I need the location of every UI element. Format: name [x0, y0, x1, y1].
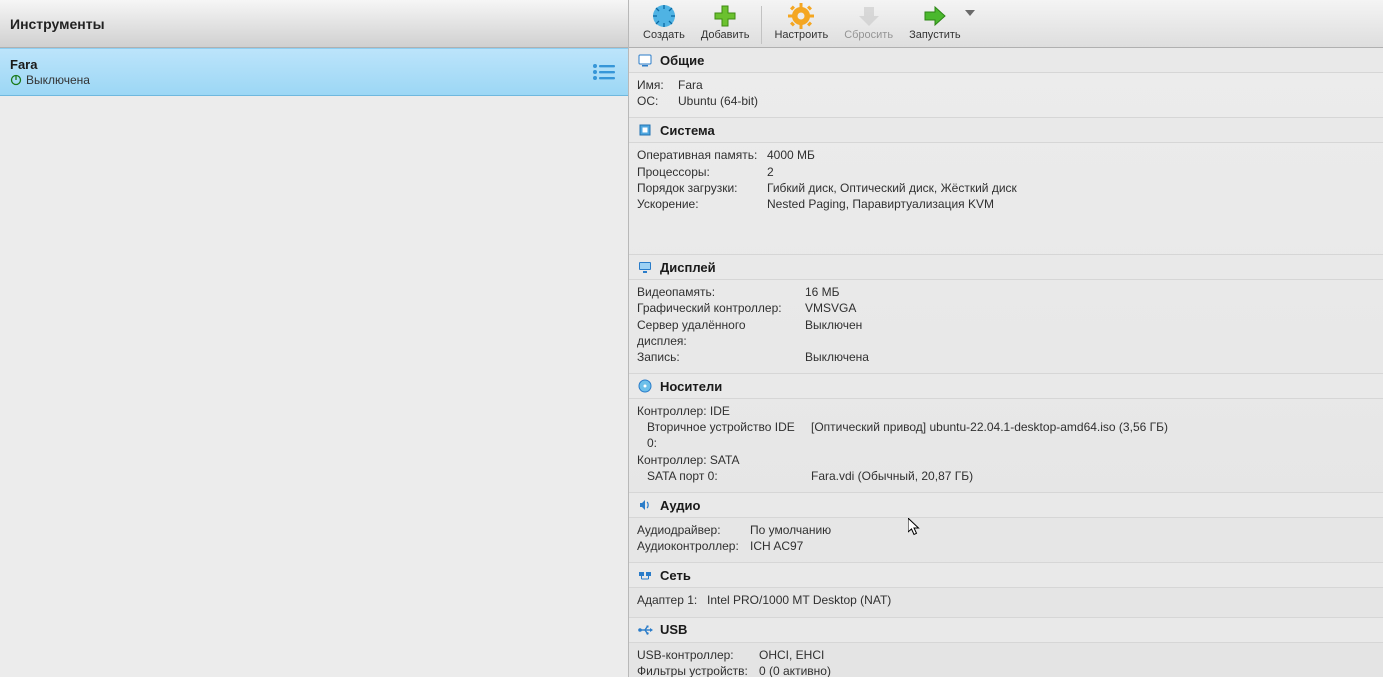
accel-label: Ускорение:: [637, 196, 759, 212]
section-storage-title: Носители: [660, 379, 722, 394]
cpu-label: Процессоры:: [637, 164, 759, 180]
vm-item-menu-icon[interactable]: [590, 61, 618, 83]
vm-list: Fara Выключена: [0, 48, 628, 677]
section-general-header[interactable]: Общие: [629, 48, 1383, 73]
section-display-body: Видеопамять: 16 МБ Графический контроллер…: [629, 280, 1383, 373]
section-audio-body: Аудиодрайвер: По умолчанию Аудиоконтролле…: [629, 518, 1383, 562]
name-label: Имя:: [637, 77, 670, 93]
section-storage-body: Контроллер: IDE Вторичное устройство IDE…: [629, 399, 1383, 492]
reset-button: Сбросить: [836, 2, 901, 46]
section-audio-header[interactable]: Аудио: [629, 492, 1383, 518]
create-label: Создать: [643, 29, 685, 41]
disc-icon: [637, 378, 653, 394]
ide-dev-value: [Оптический привод] ubuntu-22.04.1-deskt…: [811, 419, 1168, 451]
section-display-title: Дисплей: [660, 260, 716, 275]
section-system-body: Оперативная память:4000 МБ Процессоры:2 …: [629, 143, 1383, 220]
ram-label: Оперативная память:: [637, 147, 759, 163]
ram-value: 4000 МБ: [767, 147, 815, 163]
run-button[interactable]: Запустить: [901, 2, 969, 46]
section-system-title: Система: [660, 123, 715, 138]
section-network-body: Адаптер 1: Intel PRO/1000 MT Desktop (NAT…: [629, 588, 1383, 616]
right-pane: Создать Добавить Настроить: [629, 0, 1383, 677]
accel-value: Nested Paging, Паравиртуализация KVM: [767, 196, 994, 212]
boot-value: Гибкий диск, Оптический диск, Жёсткий ди…: [767, 180, 1017, 196]
os-label: ОС:: [637, 93, 670, 109]
gear-icon: [788, 3, 814, 29]
sata-ctrl-label: Контроллер: SATA: [637, 452, 739, 468]
vram-label: Видеопамять:: [637, 284, 797, 300]
left-pane: Инструменты Fara Выключена: [0, 0, 629, 677]
reset-label: Сбросить: [844, 29, 893, 41]
settings-label: Настроить: [774, 29, 828, 41]
section-display-header[interactable]: Дисплей: [629, 254, 1383, 280]
section-usb-header[interactable]: USB: [629, 617, 1383, 643]
rec-label: Запись:: [637, 349, 797, 365]
audio-ctrl-value: ICH AC97: [750, 538, 803, 554]
section-storage-header[interactable]: Носители: [629, 373, 1383, 399]
vm-status: Выключена: [26, 73, 90, 87]
gfx-value: VMSVGA: [805, 300, 856, 316]
adapter-value: Intel PRO/1000 MT Desktop (NAT): [707, 592, 891, 608]
usb-filters-label: Фильтры устройств:: [637, 663, 751, 677]
remote-value: Выключен: [805, 317, 862, 349]
sata-port-value: Fara.vdi (Обычный, 20,87 ГБ): [811, 468, 973, 484]
section-general-body: Имя: Fara ОС: Ubuntu (64-bit): [629, 73, 1383, 117]
boot-label: Порядок загрузки:: [637, 180, 759, 196]
add-button[interactable]: Добавить: [693, 2, 758, 46]
rec-value: Выключена: [805, 349, 869, 365]
network-icon: [637, 567, 653, 583]
ide-dev-label: Вторичное устройство IDE 0:: [647, 419, 803, 451]
section-general-title: Общие: [660, 53, 704, 68]
add-label: Добавить: [701, 29, 750, 41]
toolbar: Создать Добавить Настроить: [629, 0, 1383, 48]
tools-header[interactable]: Инструменты: [0, 0, 628, 48]
name-value: Fara: [678, 77, 703, 93]
section-usb-title: USB: [660, 622, 687, 637]
section-network-title: Сеть: [660, 568, 691, 583]
sata-port-label: SATA порт 0:: [647, 468, 803, 484]
remote-label: Сервер удалённого дисплея:: [637, 317, 797, 349]
audio-driver-value: По умолчанию: [750, 522, 831, 538]
usb-icon: [637, 622, 653, 638]
gfx-label: Графический контроллер:: [637, 300, 797, 316]
details-pane: Общие Имя: Fara ОС: Ubuntu (64-bit) Систем…: [629, 48, 1383, 677]
adapter-label: Адаптер 1:: [637, 592, 699, 608]
section-usb-body: USB-контроллер: OHCI, EHCI Фильтры устрой…: [629, 643, 1383, 677]
section-network-header[interactable]: Сеть: [629, 562, 1383, 588]
chip-icon: [637, 122, 653, 138]
audio-driver-label: Аудиодрайвер:: [637, 522, 742, 538]
os-value: Ubuntu (64-bit): [678, 93, 758, 109]
run-dropdown[interactable]: [965, 2, 975, 16]
power-icon: [10, 74, 22, 86]
vm-item-fara[interactable]: Fara Выключена: [0, 48, 628, 96]
create-button[interactable]: Создать: [635, 2, 693, 46]
ide-ctrl-label: Контроллер: IDE: [637, 403, 730, 419]
arrow-right-icon: [922, 3, 948, 29]
tools-title: Инструменты: [10, 16, 105, 32]
section-audio-title: Аудио: [660, 498, 700, 513]
run-label: Запустить: [909, 29, 961, 41]
cpu-value: 2: [767, 164, 774, 180]
vm-name: Fara: [10, 57, 90, 72]
new-icon: [651, 3, 677, 29]
usb-ctrl-label: USB-контроллер:: [637, 647, 751, 663]
plus-icon: [712, 3, 738, 29]
discard-icon: [856, 3, 882, 29]
audio-ctrl-label: Аудиоконтроллер:: [637, 538, 742, 554]
vram-value: 16 МБ: [805, 284, 840, 300]
display-icon: [637, 259, 653, 275]
speaker-icon: [637, 497, 653, 513]
settings-button[interactable]: Настроить: [766, 2, 836, 46]
usb-filters-value: 0 (0 активно): [759, 663, 831, 677]
usb-ctrl-value: OHCI, EHCI: [759, 647, 824, 663]
general-icon: [637, 52, 653, 68]
section-system-header[interactable]: Система: [629, 117, 1383, 143]
toolbar-separator: [761, 6, 762, 44]
